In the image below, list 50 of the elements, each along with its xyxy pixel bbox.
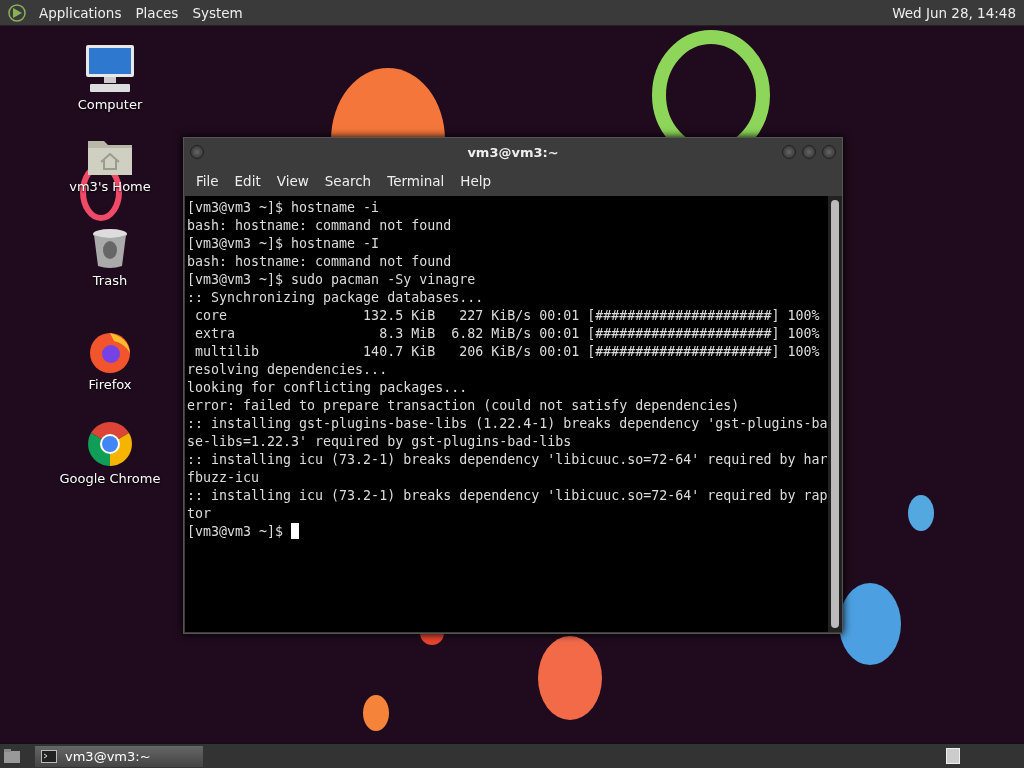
chrome-icon xyxy=(86,420,134,468)
desktop-icon-label[interactable]: Firefox xyxy=(88,377,132,392)
menu-item[interactable]: Search xyxy=(316,173,380,189)
minimize-button[interactable] xyxy=(782,145,796,159)
terminal-line: fbuzz-icu xyxy=(187,469,261,487)
terminal-line: bash: hostname: command not found xyxy=(187,253,453,271)
terminal-line: :: installing gst-plugins-base-libs (1.22.4-1) breaks dependency 'gst-plugins-ba xyxy=(187,415,828,433)
menu-item[interactable]: Terminal xyxy=(379,173,453,189)
trash-icon xyxy=(91,228,129,270)
taskbar-button[interactable]: vm3@vm3:~ xyxy=(35,745,203,767)
window-menu-button[interactable] xyxy=(190,145,204,159)
wallpaper-oval xyxy=(908,495,934,531)
clock[interactable]: Wed Jun 28, 14:48 xyxy=(892,4,1024,21)
terminal-line: looking for conflicting packages... xyxy=(187,379,469,397)
terminal-line: se-libs=1.22.3' required by gst-plugins-bad-libs xyxy=(187,433,573,451)
terminal-line: core 132.5 KiB 227 KiB/s 00:01 [######################] 100% xyxy=(194,307,821,325)
terminal-line: [vm3@vm3 ~]$ hostname -i xyxy=(187,199,381,217)
terminal-line: [vm3@vm3 ~]$ hostname -I xyxy=(187,235,381,253)
show-desktop-icon[interactable] xyxy=(3,748,21,764)
menu-item[interactable]: View xyxy=(268,173,317,189)
terminal-line: extra 8.3 MiB 6.82 MiB/s 00:01 [######################] 100% xyxy=(194,325,821,343)
workspace-switcher[interactable] xyxy=(946,748,960,764)
panel-menu[interactable]: Applications xyxy=(32,4,129,21)
desktop-icon-label[interactable]: Computer xyxy=(77,97,143,112)
terminal-line: multilib 140.7 KiB 206 KiB/s 00:01 [######################] 100% xyxy=(194,343,821,361)
panel-menu[interactable]: System xyxy=(185,4,250,21)
terminal-line: :: Synchronizing package databases... xyxy=(187,289,485,307)
terminal-line: [vm3@vm3 ~]$ sudo pacman -Sy vinagre xyxy=(187,271,477,289)
terminal-line: :: installing icu (73.2-1) breaks dependency 'libicuuc.so=72-64' required by rap xyxy=(187,487,828,505)
terminal-line: error: failed to prepare transaction (could not satisfy dependencies) xyxy=(187,397,741,415)
terminal-icon xyxy=(41,749,57,763)
maximize-button[interactable] xyxy=(802,145,816,159)
terminal-prompt: [vm3@vm3 ~]$ xyxy=(187,524,284,539)
computer-icon xyxy=(84,44,136,94)
text-cursor xyxy=(291,523,300,539)
desktop-icon-label[interactable]: Trash xyxy=(92,273,128,288)
wallpaper-oval xyxy=(363,695,389,731)
window-title: vm3@vm3:~ xyxy=(466,144,560,160)
desktop-icon-label[interactable]: Google Chrome xyxy=(59,471,161,486)
menu-item[interactable]: File xyxy=(188,173,227,189)
menu-item[interactable]: Edit xyxy=(226,173,269,189)
scrollbar[interactable] xyxy=(828,196,842,632)
terminal-line: tor xyxy=(187,505,213,523)
logo-icon[interactable] xyxy=(8,3,26,22)
close-button[interactable] xyxy=(822,145,836,159)
menu-item[interactable]: Help xyxy=(452,173,500,189)
terminal-line: bash: hostname: command not found xyxy=(187,217,453,235)
terminal-line: :: installing icu (73.2-1) breaks dependency 'libicuuc.so=72-64' required by har xyxy=(187,451,828,469)
panel-menu[interactable]: Places xyxy=(128,4,186,21)
terminal-line: resolving dependencies... xyxy=(187,361,389,379)
